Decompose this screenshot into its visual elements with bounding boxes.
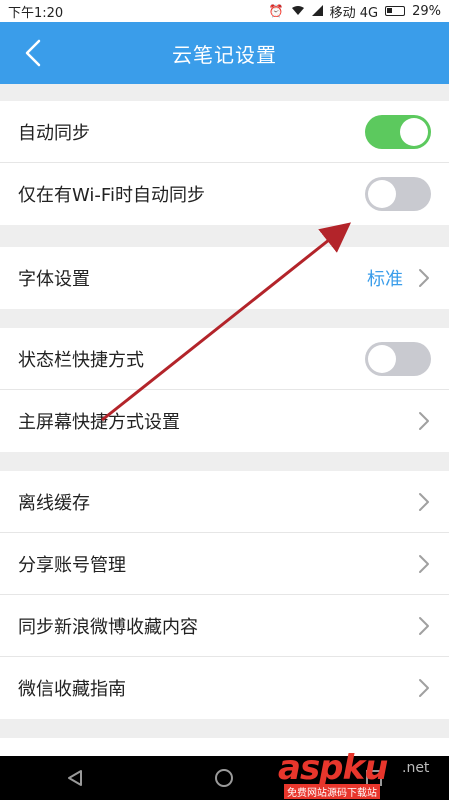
- chevron-right-icon: [419, 554, 429, 573]
- row-label: 字体设置: [18, 269, 90, 290]
- status-bar: 下午1:20 ⏰ 移动 4G 29%: [0, 0, 449, 22]
- row-label: 微信收藏指南: [18, 679, 126, 700]
- auto-sync-toggle[interactable]: [365, 114, 431, 149]
- row-label: 同步新浪微博收藏内容: [18, 616, 198, 638]
- wifi-only-sync-toggle[interactable]: [365, 177, 431, 211]
- page-title: 云笔记设置: [172, 42, 277, 67]
- row-wechat-guide[interactable]: 微信收藏指南: [0, 657, 449, 719]
- carrier-label: 移动 4G: [329, 5, 379, 21]
- watermark: aspku .net 免费网站源码下载站: [278, 748, 449, 800]
- watermark-suffix: .net: [402, 760, 430, 776]
- chevron-right-icon: [419, 492, 429, 511]
- row-offline-cache[interactable]: 离线缓存: [0, 471, 449, 533]
- home-circle-icon: [215, 769, 234, 787]
- row-label: 离线缓存: [18, 492, 90, 514]
- back-button[interactable]: [18, 36, 48, 70]
- watermark-subtext: 免费网站源码下载站: [284, 784, 380, 799]
- settings-group-shortcuts: 状态栏快捷方式 主屏幕快捷方式设置: [0, 328, 449, 452]
- status-icons: ⏰ 移动 4G 29%: [269, 2, 441, 21]
- wifi-icon: [291, 5, 305, 18]
- row-label: 仅在有Wi-Fi时自动同步: [18, 185, 205, 206]
- settings-list: 自动同步 仅在有Wi-Fi时自动同步 字体设置 标准 状态栏快捷方式 主屏幕快捷…: [0, 84, 449, 756]
- chevron-right-icon: [419, 269, 429, 287]
- status-time: 下午1:20: [8, 5, 64, 21]
- battery-percent: 29%: [412, 3, 441, 19]
- row-wifi-only-sync[interactable]: 仅在有Wi-Fi时自动同步: [0, 163, 449, 225]
- chevron-right-icon: [419, 412, 429, 430]
- nav-home-button[interactable]: [204, 758, 244, 798]
- settings-group-font: 字体设置 标准: [0, 247, 449, 309]
- chevron-right-icon: [419, 616, 429, 635]
- row-font-settings[interactable]: 字体设置 标准: [0, 247, 449, 309]
- font-setting-value: 标准: [367, 269, 403, 290]
- settings-group-sync: 自动同步 仅在有Wi-Fi时自动同步: [0, 101, 449, 225]
- watermark-brand: aspku: [278, 748, 388, 788]
- back-triangle-icon: [67, 770, 82, 786]
- settings-group-misc: 离线缓存 分享账号管理 同步新浪微博收藏内容 微信收藏指南: [0, 471, 449, 719]
- row-label: 自动同步: [18, 122, 90, 144]
- row-homescreen-shortcut[interactable]: 主屏幕快捷方式设置: [0, 390, 449, 452]
- statusbar-shortcut-toggle[interactable]: [365, 341, 431, 376]
- row-label: 分享账号管理: [18, 554, 126, 576]
- row-label: 状态栏快捷方式: [18, 349, 144, 371]
- chevron-right-icon: [419, 679, 429, 697]
- row-statusbar-shortcut[interactable]: 状态栏快捷方式: [0, 328, 449, 390]
- row-sync-weibo[interactable]: 同步新浪微博收藏内容: [0, 595, 449, 657]
- row-label: 主屏幕快捷方式设置: [18, 412, 180, 433]
- title-bar: 云笔记设置: [0, 22, 449, 84]
- toggle-knob: [368, 180, 396, 208]
- signal-icon: [311, 4, 323, 18]
- nav-back-button[interactable]: [55, 758, 95, 798]
- row-auto-sync[interactable]: 自动同步: [0, 101, 449, 163]
- toggle-knob: [400, 117, 428, 146]
- chevron-left-icon: [25, 39, 41, 67]
- row-share-accounts[interactable]: 分享账号管理: [0, 533, 449, 595]
- alarm-icon: ⏰: [268, 4, 284, 18]
- toggle-knob: [368, 344, 396, 373]
- battery-icon: [385, 6, 406, 16]
